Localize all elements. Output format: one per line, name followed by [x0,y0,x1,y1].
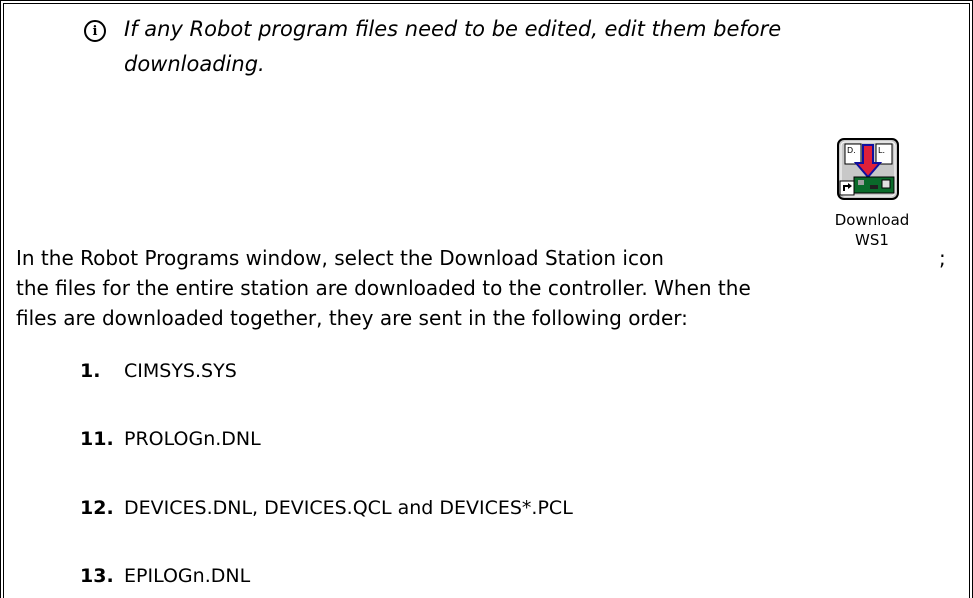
list-number: 13. [80,565,114,587]
download-station-graphic: D. L. [837,138,899,200]
download-icon-label-1: Download [834,211,910,229]
list-text: DEVICES.DNL, DEVICES.QCL and DEVICES*.PC… [124,497,573,519]
list-item: 1. CIMSYS.SYS [80,358,237,384]
paragraph-line-3: files are downloaded together, they are … [16,306,688,330]
list-number: 1. [80,360,101,382]
note-line-2: downloading. [124,52,265,76]
list-item: 11. PROLOGn.DNL [80,426,261,452]
list-number: 12. [80,497,114,519]
note-line-1: If any Robot program files need to be ed… [124,17,782,41]
download-icon-label-2: WS1 [855,231,889,249]
download-station-icon[interactable]: D. L. [836,137,900,201]
list-number: 11. [80,428,114,450]
document-frame: i If any Robot program files need to be … [0,0,973,598]
paragraph-line-2: the files for the entire station are dow… [16,276,751,300]
info-icon: i [84,20,106,42]
list-text: CIMSYS.SYS [124,360,237,382]
paragraph-semicolon: ; [939,246,946,270]
paragraph-line-1: In the Robot Programs window, select the… [16,246,664,270]
list-item: 12. DEVICES.DNL, DEVICES.QCL and DEVICES*… [80,495,573,521]
tile-letter-d: D. [847,146,856,155]
list-text: EPILOGn.DNL [124,565,251,587]
list-item: 13. EPILOGn.DNL [80,563,250,589]
note-text: If any Robot program files need to be ed… [124,12,914,82]
list-text: PROLOGn.DNL [124,428,261,450]
tile-letter-l: L. [878,146,885,155]
